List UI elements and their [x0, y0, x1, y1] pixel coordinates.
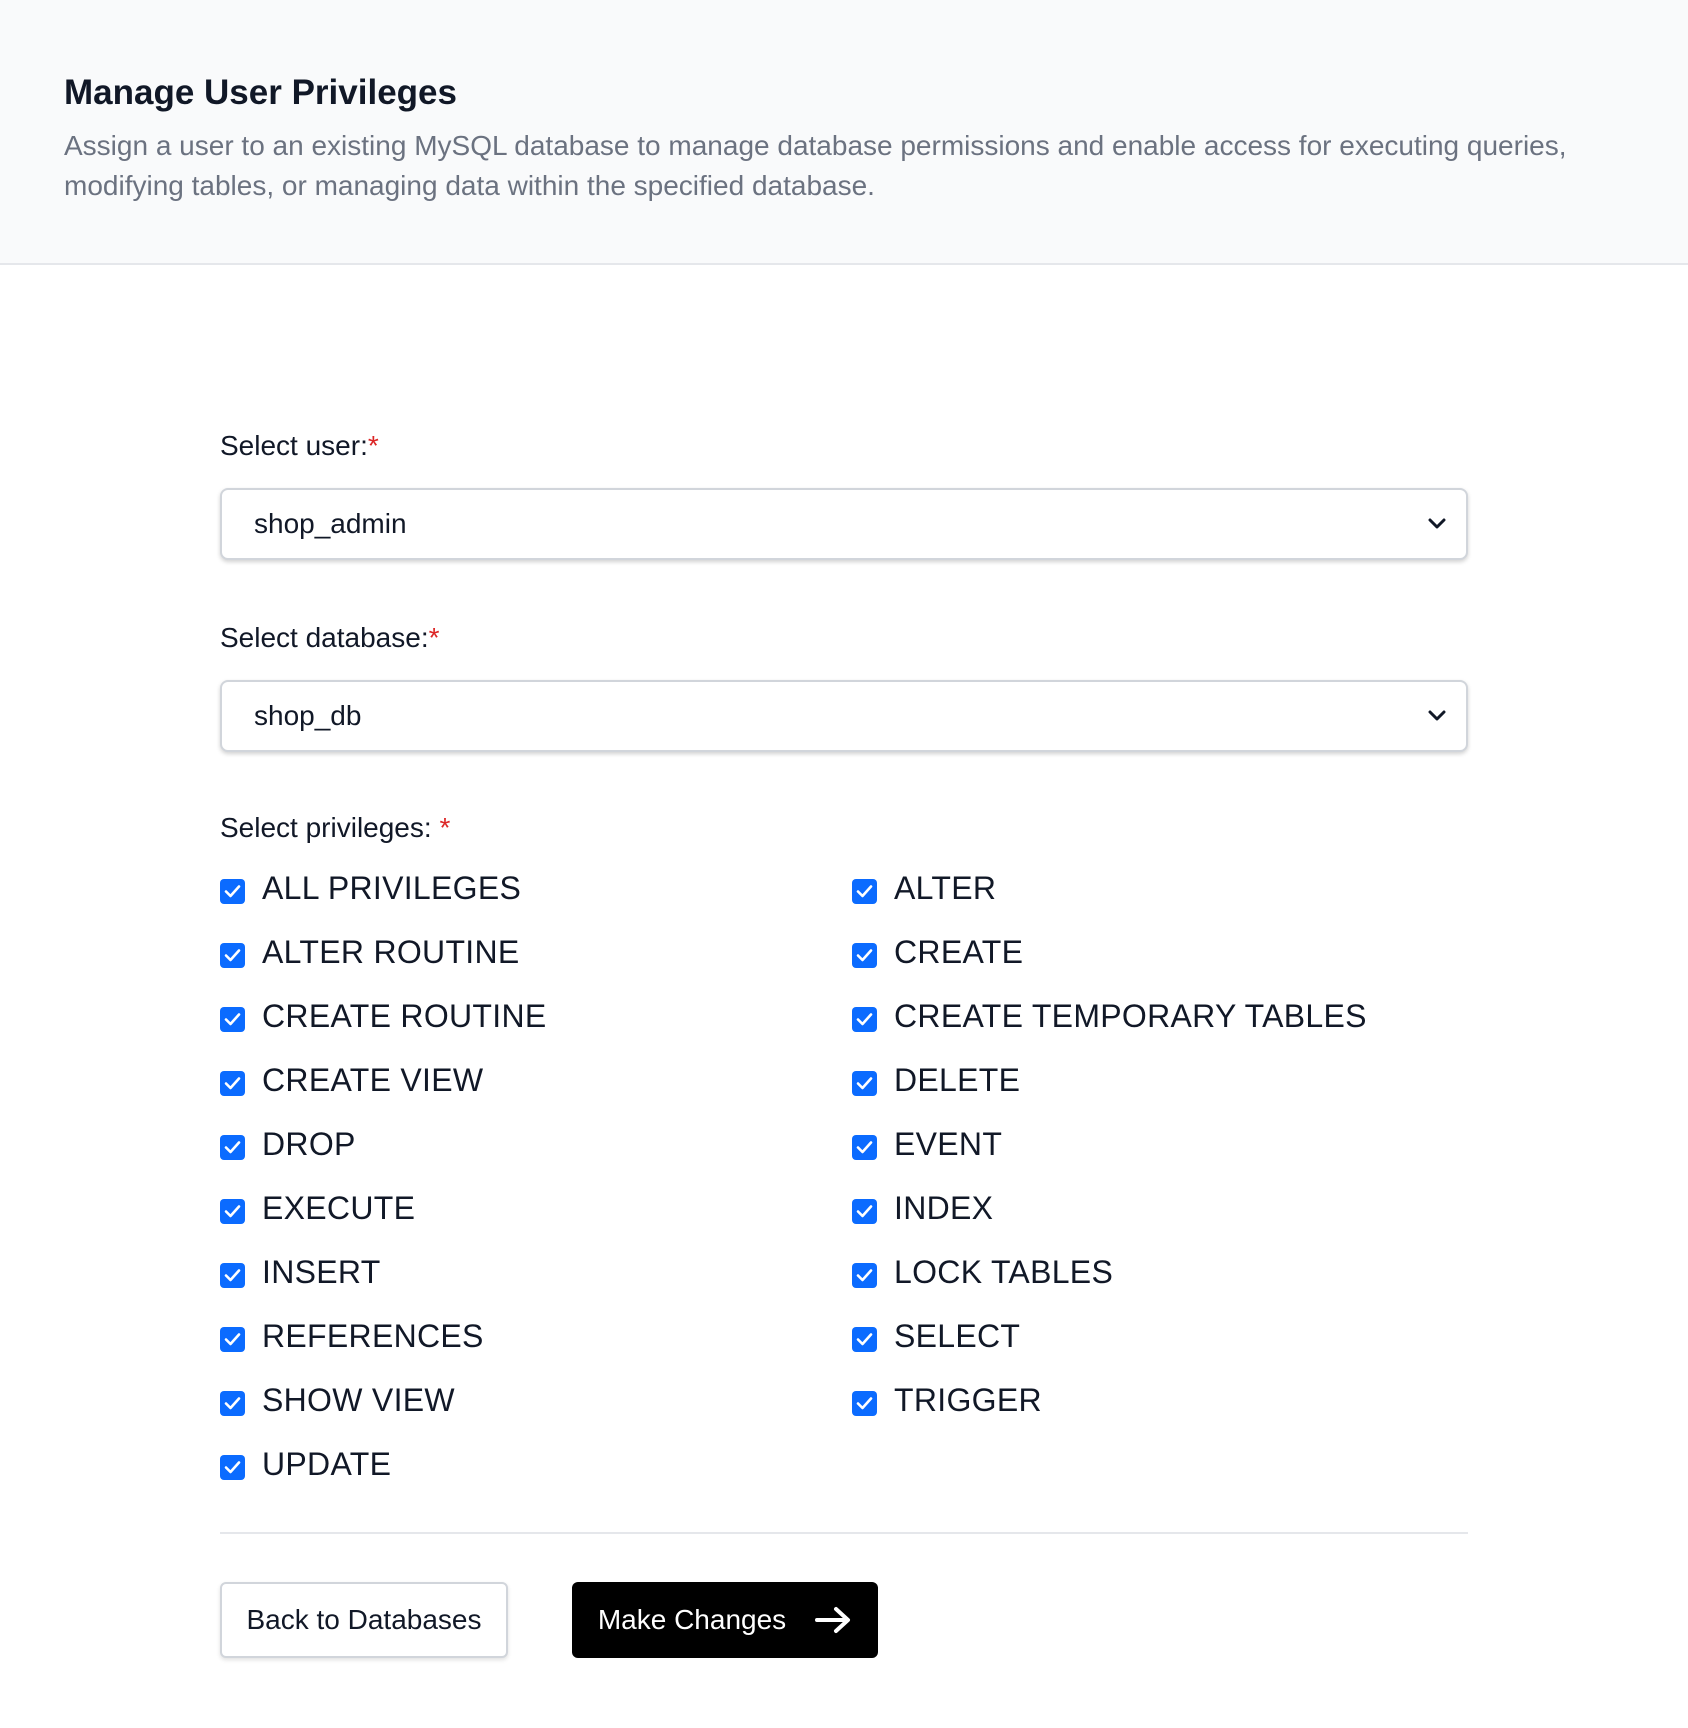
checkbox-checked-icon[interactable]	[220, 1390, 245, 1416]
checkbox-checked-icon[interactable]	[220, 1134, 245, 1160]
privilege-label: UPDATE	[262, 1446, 392, 1482]
checkbox-checked-icon[interactable]	[852, 1262, 877, 1288]
database-select[interactable]: shop_db	[220, 680, 1468, 752]
user-select-wrapper: shop_admin	[220, 486, 1468, 560]
privileges-grid: ALL PRIVILEGES ALTER ALTER ROUTINE CREATE CR…	[220, 870, 1468, 1482]
privilege-checkbox-item[interactable]: EVENT	[852, 1126, 1468, 1162]
checkbox-checked-icon[interactable]	[220, 1198, 245, 1224]
chevron-down-icon	[1426, 513, 1448, 535]
checkbox-checked-icon[interactable]	[220, 1454, 245, 1480]
privilege-label: DELETE	[894, 1062, 1021, 1098]
privilege-label: DROP	[262, 1126, 356, 1162]
user-select-label-text: Select user:	[220, 430, 368, 461]
privilege-checkbox-item[interactable]: SELECT	[852, 1318, 1468, 1354]
privilege-checkbox-item[interactable]: TRIGGER	[852, 1382, 1468, 1418]
privilege-label: EXECUTE	[262, 1190, 416, 1226]
user-select-label: Select user:*	[220, 428, 1468, 464]
chevron-down-icon	[1426, 705, 1448, 727]
database-select-wrapper: shop_db	[220, 678, 1468, 752]
checkbox-checked-icon[interactable]	[220, 1262, 245, 1288]
database-select-value: shop_db	[254, 700, 362, 731]
checkbox-checked-icon[interactable]	[852, 878, 877, 904]
checkbox-checked-icon[interactable]	[852, 1390, 877, 1416]
privilege-label: ALL PRIVILEGES	[262, 870, 522, 906]
privilege-label: LOCK TABLES	[894, 1254, 1114, 1290]
privilege-label: INDEX	[894, 1190, 994, 1226]
required-mark: *	[367, 430, 379, 461]
privilege-label: ALTER	[894, 870, 997, 906]
privilege-label: CREATE VIEW	[262, 1062, 484, 1098]
privilege-checkbox-item[interactable]: ALL PRIVILEGES	[220, 870, 852, 906]
checkbox-checked-icon[interactable]	[220, 1006, 245, 1032]
page-description: Assign a user to an existing MySQL datab…	[64, 130, 1567, 201]
privilege-label: SELECT	[894, 1318, 1021, 1354]
checkbox-checked-icon[interactable]	[852, 1070, 877, 1096]
privilege-checkbox-item[interactable]: EXECUTE	[220, 1190, 852, 1226]
privilege-checkbox-item[interactable]: DELETE	[852, 1062, 1468, 1098]
privilege-checkbox-item[interactable]: ALTER ROUTINE	[220, 934, 852, 970]
database-select-label-text: Select database:	[220, 622, 429, 653]
required-mark: *	[439, 812, 451, 843]
privileges-label-text: Select privileges:	[220, 812, 440, 843]
checkbox-checked-icon[interactable]	[852, 1198, 877, 1224]
privilege-label: REFERENCES	[262, 1318, 484, 1354]
privilege-checkbox-item[interactable]: SHOW VIEW	[220, 1382, 852, 1418]
privilege-label: CREATE ROUTINE	[262, 998, 547, 1034]
user-select[interactable]: shop_admin	[220, 488, 1468, 560]
database-select-label: Select database:*	[220, 620, 1468, 656]
checkbox-checked-icon[interactable]	[220, 942, 245, 968]
page-header: Manage User Privileges Assign a user to …	[0, 0, 1688, 265]
make-changes-button[interactable]: Make Changes	[572, 1582, 878, 1658]
privilege-checkbox-item[interactable]: CREATE ROUTINE	[220, 998, 852, 1034]
privilege-checkbox-item[interactable]: INDEX	[852, 1190, 1468, 1226]
privilege-label: EVENT	[894, 1126, 1003, 1162]
privilege-checkbox-item[interactable]: INSERT	[220, 1254, 852, 1290]
checkbox-checked-icon[interactable]	[220, 1070, 245, 1096]
privilege-checkbox-item[interactable]: CREATE TEMPORARY TABLES	[852, 998, 1468, 1034]
checkbox-checked-icon[interactable]	[852, 942, 877, 968]
checkbox-checked-icon[interactable]	[852, 1326, 877, 1352]
form-actions: Back to Databases Make Changes	[220, 1582, 1468, 1658]
privilege-checkbox-item[interactable]: UPDATE	[220, 1446, 852, 1482]
checkbox-checked-icon[interactable]	[220, 1326, 245, 1352]
privilege-label: CREATE	[894, 934, 1024, 970]
required-mark: *	[428, 622, 440, 653]
checkbox-checked-icon[interactable]	[220, 878, 245, 904]
privilege-checkbox-item[interactable]: LOCK TABLES	[852, 1254, 1468, 1290]
privileges-form: Select user:* shop_admin Select database…	[220, 428, 1468, 1658]
back-to-databases-button[interactable]: Back to Databases	[220, 1582, 508, 1658]
privilege-checkbox-item[interactable]: REFERENCES	[220, 1318, 852, 1354]
privilege-label: TRIGGER	[894, 1382, 1042, 1418]
privilege-checkbox-item[interactable]: ALTER	[852, 870, 1468, 906]
privilege-checkbox-item[interactable]: DROP	[220, 1126, 852, 1162]
checkbox-checked-icon[interactable]	[852, 1134, 877, 1160]
privilege-label: INSERT	[262, 1254, 381, 1290]
privilege-label: SHOW VIEW	[262, 1382, 455, 1418]
privilege-checkbox-item[interactable]: CREATE VIEW	[220, 1062, 852, 1098]
privileges-label: Select privileges: *	[220, 810, 1468, 846]
checkbox-checked-icon[interactable]	[852, 1006, 877, 1032]
make-changes-label: Make Changes	[597, 1604, 787, 1635]
privilege-label: CREATE TEMPORARY TABLES	[894, 998, 1367, 1034]
arrow-right-icon	[814, 1606, 852, 1634]
page-title: Manage User Privileges	[64, 73, 457, 112]
privilege-label: ALTER ROUTINE	[262, 934, 520, 970]
privilege-checkbox-item[interactable]: CREATE	[852, 934, 1468, 970]
divider	[220, 1532, 1468, 1534]
user-select-value: shop_admin	[254, 508, 407, 539]
